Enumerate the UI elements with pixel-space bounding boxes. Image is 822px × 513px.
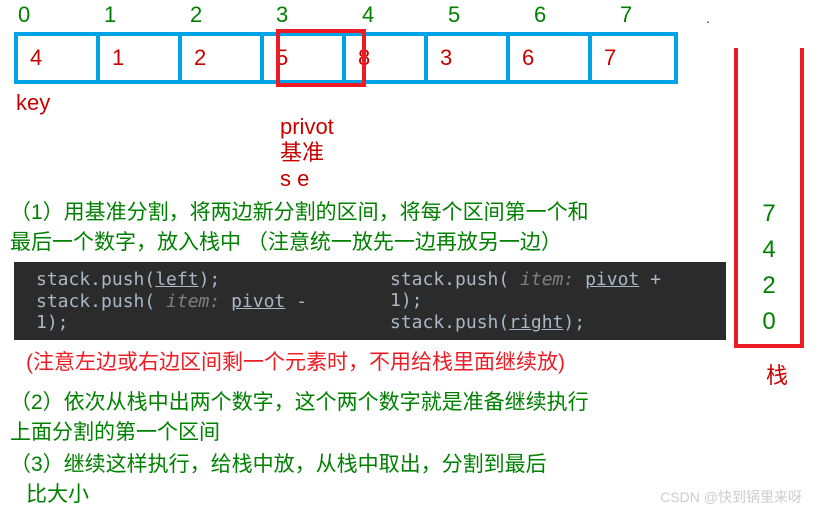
index-2: 2 [190,2,276,28]
code-line-1: stack.push(left); [36,269,350,290]
array-cell-4: 8 [346,36,428,80]
code-block: stack.push(left); stack.push( item: pivo… [14,262,726,340]
stack-label: 栈 [766,358,788,390]
step-1-text: （1）用基准分割，将两边新分割的区间，将每个区间第一个和 最后一个数字，放入栈中… [10,198,710,258]
pivot-label-2: 基准 [280,140,334,166]
note-red: (注意左边或右边区间剩一个元素时，不用给栈里面继续放) [26,346,565,376]
stack-item-3: 0 [762,308,775,336]
step-2-line-1: （2）依次从栈中出两个数字，这个两个数字就是准备继续执行 [10,388,710,418]
array-cell-2: 2 [182,36,264,80]
step-1-line-1: （1）用基准分割，将两边新分割的区间，将每个区间第一个和 [10,198,710,228]
pivot-label-3: s e [280,166,334,192]
index-3: 3 [276,2,362,28]
code-col-left: stack.push(left); stack.push( item: pivo… [36,268,350,334]
array-cell-6: 6 [510,36,592,80]
pivot-label-1: privot [280,114,334,140]
code-line-2: stack.push( item: pivot - 1); [36,291,350,333]
index-1: 1 [104,2,190,28]
code-line-3: stack.push( item: pivot + 1); [390,269,704,311]
stack-item-1: 4 [762,236,775,264]
index-5: 5 [448,2,534,28]
step-3-text: （3）继续这样执行，给栈中放，从栈中取出，分割到最后 [10,450,547,480]
stack-item-2: 2 [762,272,775,300]
index-0: 0 [18,2,104,28]
step-2-text: （2）依次从栈中出两个数字，这个两个数字就是准备继续执行 上面分割的第一个区间 [10,388,710,448]
stack-item-0: 7 [762,200,775,228]
array-cell-1: 1 [100,36,182,80]
pivot-labels: privot 基准 s e [280,114,334,192]
index-row: 0 1 2 3 4 5 6 7 . [18,2,710,28]
index-7: 7 [620,2,706,28]
array-row: 4 1 2 5 8 3 6 7 [14,32,678,84]
array-cell-5: 3 [428,36,510,80]
array-cell-0: 4 [18,36,100,80]
index-6: 6 [534,2,620,28]
step-1-line-2: 最后一个数字，放入栈中 （注意统一放先一边再放另一边） [10,228,710,258]
array-cell-7: 7 [592,36,674,80]
key-label: key [16,90,50,116]
step-2-line-2: 上面分割的第一个区间 [10,418,710,448]
index-4: 4 [362,2,448,28]
stack-box: 7 4 2 0 [734,48,804,348]
watermark: CSDN @快到锅里来呀 [660,487,802,507]
index-dot: . [706,10,710,28]
code-line-4: stack.push(right); [390,312,704,333]
array-cell-3: 5 [264,36,346,80]
code-col-right: stack.push( item: pivot + 1); stack.push… [390,268,704,334]
compare-text: 比大小 [26,478,89,508]
